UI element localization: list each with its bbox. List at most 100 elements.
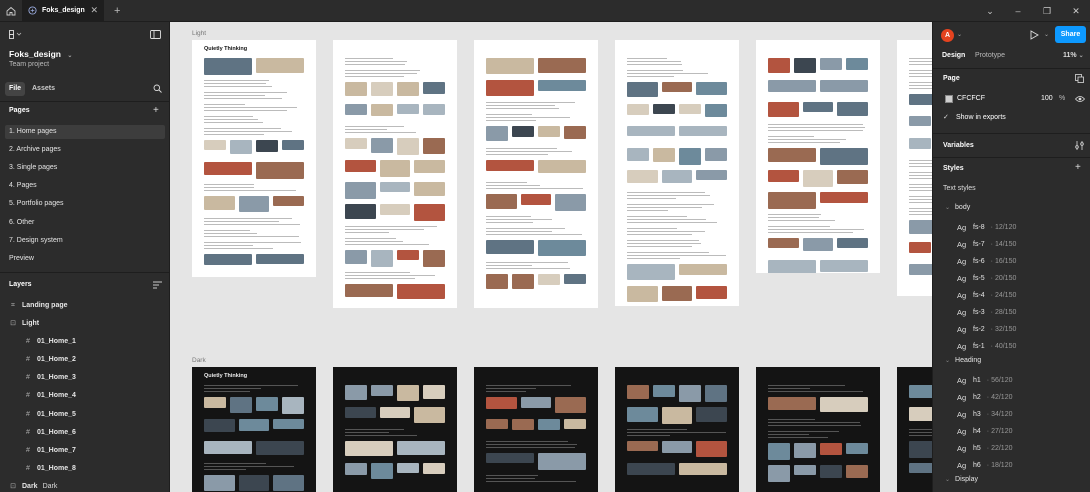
- text-style-item[interactable]: Ag h3 · 34/120: [957, 407, 1012, 421]
- page-frame-dark[interactable]: [474, 367, 598, 492]
- sidebar-toggle-icon[interactable]: [150, 30, 161, 39]
- layer-item[interactable]: #01_Home_3: [24, 371, 76, 385]
- page-frame-light[interactable]: Quietly Thinking: [192, 40, 316, 277]
- thumbnail-image: [802, 102, 834, 112]
- page-settings-icon[interactable]: [1075, 74, 1084, 83]
- text-style-item[interactable]: Ag fs-6 · 16/150: [957, 254, 1016, 268]
- thumbnail-image: [820, 80, 868, 92]
- layer-item[interactable]: #01_Home_8: [24, 462, 76, 476]
- project-name[interactable]: Foks_design ⌄: [9, 49, 179, 59]
- layer-item[interactable]: #01_Home_6: [24, 426, 76, 440]
- style-group[interactable]: ⌄ Heading: [945, 357, 981, 364]
- text-style-item[interactable]: Ag h2 · 42/120: [957, 390, 1012, 404]
- chevron-down-icon[interactable]: ⌄: [1044, 31, 1049, 38]
- layer-label: 01_Home_1: [37, 338, 76, 345]
- text-line: [909, 184, 932, 185]
- layer-item[interactable]: #01_Home_2: [24, 353, 76, 367]
- text-line: [204, 184, 254, 185]
- chevron-down-icon[interactable]: ⌄: [957, 31, 962, 38]
- text-style-item[interactable]: Ag fs-4 · 24/150: [957, 288, 1016, 302]
- text-style-item[interactable]: Ag h5 · 22/120: [957, 441, 1012, 455]
- text-style-item[interactable]: Ag fs-3 · 28/150: [957, 305, 1016, 319]
- close-tab-icon[interactable]: ✕: [90, 5, 98, 16]
- thumbnail-image: [423, 385, 445, 399]
- variables-settings-icon[interactable]: [1075, 141, 1084, 150]
- layer-dark[interactable]: ⊡ Dark Dark: [9, 480, 57, 492]
- new-tab-button[interactable]: +: [114, 5, 120, 17]
- text-line: [627, 192, 705, 193]
- page-frame-light[interactable]: [897, 40, 932, 296]
- text-style-name: fs-8: [973, 223, 985, 231]
- text-style-item[interactable]: Ag fs-2 · 32/150: [957, 322, 1016, 336]
- page-item[interactable]: Preview: [5, 252, 165, 266]
- canvas[interactable]: Light Dark Quietly Thinking Quietly Think…: [170, 22, 932, 492]
- text-style-item[interactable]: Ag h4 · 27/120: [957, 424, 1012, 438]
- tabs-dropdown-icon[interactable]: ⌄: [976, 0, 1004, 22]
- page-opacity-value[interactable]: 100: [1041, 95, 1053, 102]
- page-item[interactable]: 5. Portfolio pages: [5, 197, 165, 211]
- text-style-icon: Ag: [957, 273, 967, 283]
- share-button[interactable]: Share: [1055, 26, 1086, 43]
- search-icon[interactable]: [153, 84, 162, 93]
- page-item[interactable]: 2. Archive pages: [5, 143, 165, 157]
- layer-item[interactable]: #01_Home_1: [24, 335, 76, 349]
- file-tab[interactable]: Foks_design ✕: [22, 0, 104, 22]
- page-color-value[interactable]: CFCFCF: [957, 95, 985, 102]
- layers-sort-icon[interactable]: [153, 281, 162, 289]
- text-style-item[interactable]: Ag fs-8 · 12/120: [957, 220, 1016, 234]
- chevron-down-icon: ⌄: [945, 477, 951, 483]
- text-line: [909, 58, 932, 59]
- layer-item[interactable]: #01_Home_5: [24, 408, 76, 422]
- add-page-icon[interactable]: +: [153, 105, 159, 116]
- page-frame-light[interactable]: [615, 40, 739, 306]
- page-item[interactable]: 1. Home pages: [5, 125, 165, 139]
- text-style-item[interactable]: Ag fs-7 · 14/150: [957, 237, 1016, 251]
- page-frame-light[interactable]: [474, 40, 598, 308]
- section-icon: ⊡: [10, 320, 16, 327]
- home-button[interactable]: [0, 0, 22, 22]
- tab-assets[interactable]: Assets: [28, 82, 59, 96]
- tab-prototype[interactable]: Prototype: [975, 52, 1005, 59]
- text-style-item[interactable]: Ag fs-5 · 20/150: [957, 271, 1016, 285]
- thumbnail-image: [909, 407, 932, 421]
- page-frame-dark[interactable]: [615, 367, 739, 492]
- page-frame-dark[interactable]: [333, 367, 457, 492]
- layer-item[interactable]: ⊡ Light: [9, 317, 39, 331]
- page-color-swatch[interactable]: [945, 95, 953, 103]
- frame-heading: Quietly Thinking: [204, 46, 248, 52]
- layer-item[interactable]: #01_Home_4: [24, 389, 76, 403]
- thumbnail-image: [204, 419, 235, 432]
- page-frame-dark[interactable]: [897, 367, 932, 492]
- thumbnail-image: [538, 80, 586, 91]
- layer-item[interactable]: ⌗ Landing page: [9, 299, 67, 313]
- page-frame-light[interactable]: [756, 40, 880, 273]
- page-item[interactable]: 7. Design system: [5, 234, 165, 248]
- check-icon[interactable]: ✓: [943, 113, 949, 121]
- page-frame-dark[interactable]: Quietly Thinking: [192, 367, 316, 492]
- text-style-item[interactable]: Ag h1 · 56/120: [957, 373, 1012, 387]
- chevron-down-icon[interactable]: ⌄: [67, 53, 72, 59]
- minimize-icon[interactable]: –: [1004, 0, 1032, 22]
- style-group[interactable]: ⌄ Display: [945, 476, 978, 483]
- page-item[interactable]: 6. Other: [5, 216, 165, 230]
- show-in-exports-label[interactable]: Show in exports: [956, 114, 1006, 121]
- play-icon[interactable]: [1030, 30, 1039, 40]
- maximize-icon[interactable]: ❐: [1033, 0, 1061, 22]
- style-group[interactable]: ⌄ body: [945, 204, 970, 211]
- text-style-item[interactable]: Ag fs-1 · 40/150: [957, 339, 1016, 353]
- page-frame-dark[interactable]: [756, 367, 880, 492]
- tab-file[interactable]: File: [5, 82, 26, 96]
- avatar[interactable]: A: [941, 29, 954, 42]
- eye-icon[interactable]: [1075, 95, 1085, 103]
- page-frame-light[interactable]: [333, 40, 457, 308]
- add-style-icon[interactable]: +: [1075, 162, 1081, 173]
- close-window-icon[interactable]: ✕: [1062, 0, 1090, 22]
- thumbnail-image: [204, 254, 252, 265]
- page-item[interactable]: 3. Single pages: [5, 161, 165, 175]
- main-menu-icon[interactable]: [9, 30, 23, 39]
- text-style-item[interactable]: Ag h6 · 18/120: [957, 458, 1012, 472]
- zoom-level[interactable]: 11% ⌄: [1063, 52, 1084, 59]
- page-item[interactable]: 4. Pages: [5, 179, 165, 193]
- layer-item[interactable]: #01_Home_7: [24, 444, 76, 458]
- tab-design[interactable]: Design: [942, 52, 965, 59]
